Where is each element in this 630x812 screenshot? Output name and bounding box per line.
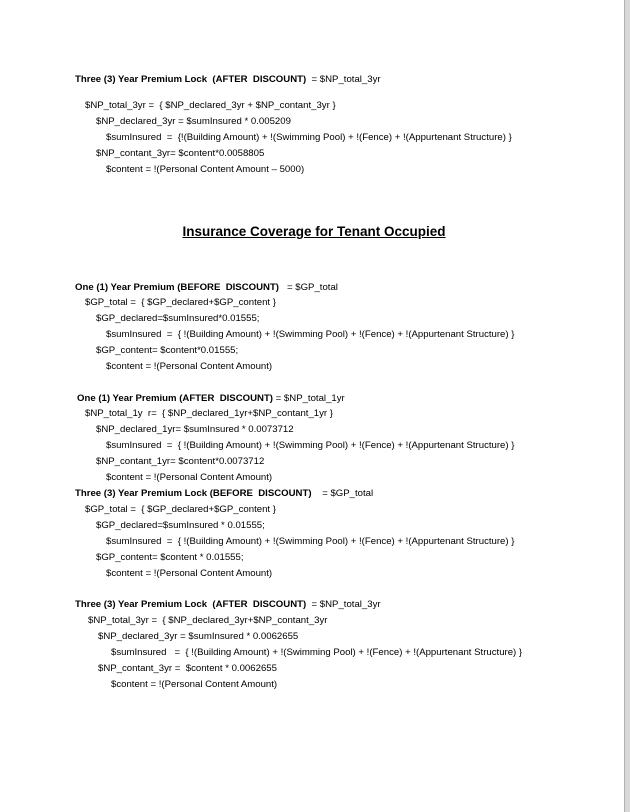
section3-line-2: $NP_declared_1yr= $sumInsured * 0.007371… (96, 424, 294, 435)
section5-line-3: $sumInsured = { !(Building Amount) + !(S… (111, 647, 523, 658)
section1-line-3: $sumInsured = {!(Building Amount) + !(Sw… (106, 132, 512, 143)
section5-line-1: $NP_total_3yr = { $NP_declared_3yr+$NP_c… (88, 615, 328, 626)
section1-line-1: $NP_total_3yr = { $NP_declared_3yr + $NP… (85, 100, 336, 111)
section3-title-label: One (1) Year Premium (AFTER DISCOUNT) (77, 393, 273, 404)
section2-line-5: $content = !(Personal Content Amount) (106, 361, 273, 372)
section1-title-label: Three (3) Year Premium Lock (AFTER DISCO… (75, 74, 307, 85)
section1-line-5: $content = !(Personal Content Amount – 5… (106, 164, 305, 175)
section4-line-5: $content = !(Personal Content Amount) (106, 568, 273, 579)
section2-line-1: $GP_total = { $GP_declared+$GP_content } (85, 297, 276, 308)
section3-title-variable: = $NP_total_1yr (273, 393, 345, 404)
section4-title-label: Three (3) Year Premium Lock (BEFORE DISC… (75, 488, 312, 499)
section5-line-4: $NP_contant_3yr = $content * 0.0062655 (98, 663, 277, 674)
section4-title: Three (3) Year Premium Lock (BEFORE DISC… (75, 488, 373, 500)
section2-line-4: $GP_content= $content*0.01555; (96, 345, 239, 356)
page-heading: Insurance Coverage for Tenant Occupied (0, 224, 630, 240)
section4-line-3: $sumInsured = { !(Building Amount) + !(S… (106, 536, 515, 547)
section2-title: One (1) Year Premium (BEFORE DISCOUNT) =… (75, 282, 338, 294)
section5-line-5: $content = !(Personal Content Amount) (111, 679, 278, 690)
section1-title-variable: = $NP_total_3yr (306, 74, 381, 85)
section2-line-3: $sumInsured = { !(Building Amount) + !(S… (106, 329, 515, 340)
section3-line-3: $sumInsured = { !(Building Amount) + !(S… (106, 440, 515, 451)
section5-title-label: Three (3) Year Premium Lock (AFTER DISCO… (75, 599, 307, 610)
section5-title-variable: = $NP_total_3yr (306, 599, 381, 610)
section5-title: Three (3) Year Premium Lock (AFTER DISCO… (75, 599, 381, 611)
section3-line-4: $NP_contant_1yr= $content*0.0073712 (96, 456, 265, 467)
section1-title: Three (3) Year Premium Lock (AFTER DISCO… (75, 74, 381, 86)
section4-title-variable: = $GP_total (311, 488, 374, 499)
section4-line-2: $GP_declared=$sumInsured * 0.01555; (96, 520, 265, 531)
section1-line-2: $NP_declared_3yr = $sumInsured * 0.00520… (96, 116, 291, 127)
section5-line-2: $NP_declared_3yr = $sumInsured * 0.00626… (98, 631, 299, 642)
section3-title: One (1) Year Premium (AFTER DISCOUNT) = … (77, 393, 345, 405)
section2-line-2: $GP_declared=$sumInsured*0.01555; (96, 313, 260, 324)
section3-line-5: $content = !(Personal Content Amount) (106, 472, 273, 483)
page-heading-text: Insurance Coverage for Tenant Occupied (182, 224, 446, 239)
section2-title-label: One (1) Year Premium (BEFORE DISCOUNT) (75, 282, 279, 293)
section2-title-variable: = $GP_total (279, 282, 338, 293)
section1-line-4: $NP_contant_3yr= $content*0.0058805 (96, 148, 265, 159)
page-edge (624, 0, 630, 812)
section4-line-1: $GP_total = { $GP_declared+$GP_content } (85, 504, 276, 515)
section4-line-4: $GP_content= $content * 0.01555; (96, 552, 244, 563)
section3-line-1: $NP_total_1y r= { $NP_declared_1yr+$NP_c… (85, 408, 333, 419)
